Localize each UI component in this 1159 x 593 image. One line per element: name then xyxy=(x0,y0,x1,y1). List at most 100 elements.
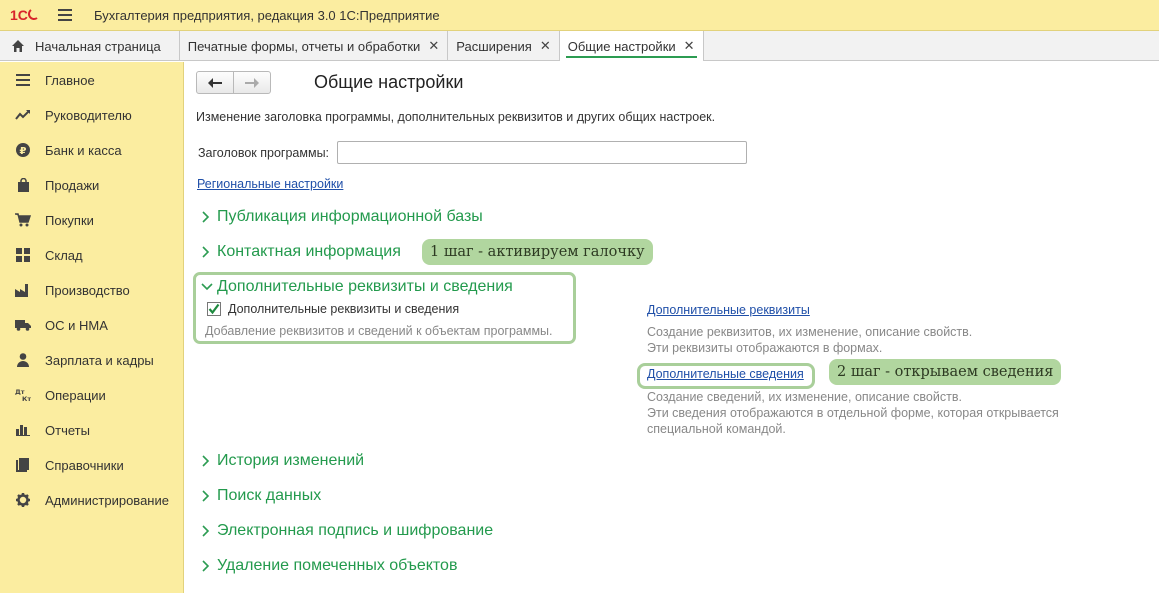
svg-text:1С: 1С xyxy=(10,7,28,23)
section-contact-info-label: Контактная информация xyxy=(217,243,401,260)
chevron-right-icon xyxy=(201,211,217,223)
attributes-hint-1: Создание реквизитов, их изменение, описа… xyxy=(647,325,973,339)
bar-chart-icon xyxy=(15,422,31,438)
tab-extensions[interactable]: Расширения ✕ xyxy=(448,31,560,61)
info-hint-3: специальной командой. xyxy=(647,422,786,436)
shopping-bag-icon xyxy=(15,177,31,193)
sidebar-item-label: Склад xyxy=(45,247,83,263)
close-icon[interactable]: ✕ xyxy=(684,38,695,54)
history-nav xyxy=(196,71,271,94)
info-hint-2: Эти сведения отображаются в отдельной фо… xyxy=(647,406,1059,420)
person-icon xyxy=(15,352,31,368)
arrow-left-icon xyxy=(208,77,222,88)
sidebar-item-administration[interactable]: Администрирование xyxy=(0,483,183,517)
sidebar-item-warehouse[interactable]: Склад xyxy=(0,238,183,272)
additional-checkbox[interactable] xyxy=(207,302,221,316)
tab-general-settings-label: Общие настройки xyxy=(567,38,676,54)
main-menu-icon[interactable] xyxy=(50,0,80,31)
main-content: Общие настройки Изменение заголовка прог… xyxy=(185,62,1159,593)
sidebar-item-production[interactable]: Производство xyxy=(0,273,183,307)
section-deletion-label: Удаление помеченных объектов xyxy=(217,557,458,574)
sidebar-item-directories[interactable]: Справочники xyxy=(0,448,183,482)
sidebar-item-label: Операции xyxy=(45,387,106,403)
section-history[interactable]: История изменений xyxy=(201,452,364,470)
chevron-right-icon xyxy=(201,490,217,502)
sidebar-item-label: Банк и касса xyxy=(45,142,122,158)
tab-extensions-label: Расширения xyxy=(456,38,532,54)
additional-attributes-link[interactable]: Дополнительные реквизиты xyxy=(647,303,810,317)
sidebar-item-label: Отчеты xyxy=(45,422,90,438)
sidebar: Главное Руководителю ₽ Банк и касса Прод… xyxy=(0,62,184,593)
sidebar-item-sales[interactable]: Продажи xyxy=(0,168,183,202)
additional-checkbox-row: Дополнительные реквизиты и сведения xyxy=(207,302,459,316)
chevron-right-icon xyxy=(201,455,217,467)
menu-lines-icon xyxy=(15,72,31,88)
sidebar-item-main[interactable]: Главное xyxy=(0,63,183,97)
section-search[interactable]: Поиск данных xyxy=(201,487,321,505)
debit-credit-icon: Дт Кт xyxy=(15,387,31,403)
sidebar-item-operations[interactable]: Дт Кт Операции xyxy=(0,378,183,412)
sidebar-item-purchases[interactable]: Покупки xyxy=(0,203,183,237)
tab-print-forms[interactable]: Печатные формы, отчеты и обработки ✕ xyxy=(180,31,449,61)
shopping-cart-icon xyxy=(15,212,31,228)
back-button[interactable] xyxy=(197,72,234,93)
books-icon xyxy=(15,457,31,473)
section-publication-label: Публикация информационной базы xyxy=(217,208,483,225)
sidebar-item-manager[interactable]: Руководителю xyxy=(0,98,183,132)
additional-checkbox-label: Дополнительные реквизиты и сведения xyxy=(228,302,460,316)
forward-button[interactable] xyxy=(234,72,270,93)
trend-chart-icon xyxy=(15,107,31,123)
step2-callout: 2 шаг - открываем сведения xyxy=(829,359,1062,385)
chevron-right-icon xyxy=(201,560,217,572)
app-title: Бухгалтерия предприятия, редакция 3.0 1С… xyxy=(94,7,440,23)
tab-home-label: Начальная страница xyxy=(35,38,161,54)
sidebar-item-reports[interactable]: Отчеты xyxy=(0,413,183,447)
tab-home[interactable]: Начальная страница xyxy=(0,31,180,61)
section-search-label: Поиск данных xyxy=(217,487,322,504)
close-icon[interactable]: ✕ xyxy=(428,38,439,54)
ruble-coin-icon: ₽ xyxy=(15,142,31,158)
sidebar-item-label: ОС и НМА xyxy=(45,317,108,333)
section-additional-label: Дополнительные реквизиты и сведения xyxy=(217,278,513,295)
section-publication[interactable]: Публикация информационной базы xyxy=(201,208,483,226)
additional-checkbox-hint: Добавление реквизитов и сведений к объек… xyxy=(205,324,553,338)
program-title-label: Заголовок программы: xyxy=(198,146,330,160)
sidebar-item-label: Производство xyxy=(45,282,130,298)
sidebar-item-salary[interactable]: Зарплата и кадры xyxy=(0,343,183,377)
svg-text:₽: ₽ xyxy=(20,146,27,157)
tabs-bar: Начальная страница Печатные формы, отчет… xyxy=(0,31,1159,61)
sidebar-item-label: Зарплата и кадры xyxy=(45,352,154,368)
sidebar-item-assets[interactable]: ОС и НМА xyxy=(0,308,183,342)
gear-icon xyxy=(15,492,31,508)
sidebar-item-label: Главное xyxy=(45,72,95,88)
factory-icon xyxy=(15,282,31,298)
section-contact-info[interactable]: Контактная информация xyxy=(201,243,401,261)
tab-general-settings[interactable]: Общие настройки ✕ xyxy=(559,31,704,61)
sidebar-item-bank[interactable]: ₽ Банк и касса xyxy=(0,133,183,167)
step1-callout: 1 шаг - активируем галочку xyxy=(422,239,653,265)
sidebar-item-label: Руководителю xyxy=(45,107,132,123)
regional-settings-link[interactable]: Региональные настройки xyxy=(197,177,343,191)
sidebar-item-label: Покупки xyxy=(45,212,94,228)
warehouse-boxes-icon xyxy=(15,247,31,263)
credit-glyph: Кт xyxy=(22,395,31,402)
section-signature[interactable]: Электронная подпись и шифрование xyxy=(201,522,493,540)
chevron-right-icon xyxy=(201,525,217,537)
home-icon xyxy=(12,40,24,52)
truck-icon xyxy=(15,317,31,333)
section-deletion[interactable]: Удаление помеченных объектов xyxy=(201,557,457,575)
program-title-input[interactable] xyxy=(337,141,747,164)
attributes-hint-2: Эти реквизиты отображаются в формах. xyxy=(647,341,883,355)
chevron-right-icon xyxy=(201,246,217,258)
tab-print-forms-label: Печатные формы, отчеты и обработки xyxy=(187,38,421,54)
chevron-down-icon xyxy=(201,282,217,292)
1c-logo: 1С xyxy=(6,0,44,31)
arrow-right-icon xyxy=(245,77,259,88)
info-hint-1: Создание сведений, их изменение, описани… xyxy=(647,390,962,404)
section-signature-label: Электронная подпись и шифрование xyxy=(217,522,494,539)
sidebar-item-label: Справочники xyxy=(45,457,124,473)
additional-info-link[interactable]: Дополнительные сведения xyxy=(647,367,804,381)
close-icon[interactable]: ✕ xyxy=(540,38,551,54)
section-additional[interactable]: Дополнительные реквизиты и сведения xyxy=(201,278,513,296)
title-bar: 1С Бухгалтерия предприятия, редакция 3.0… xyxy=(0,0,1159,31)
